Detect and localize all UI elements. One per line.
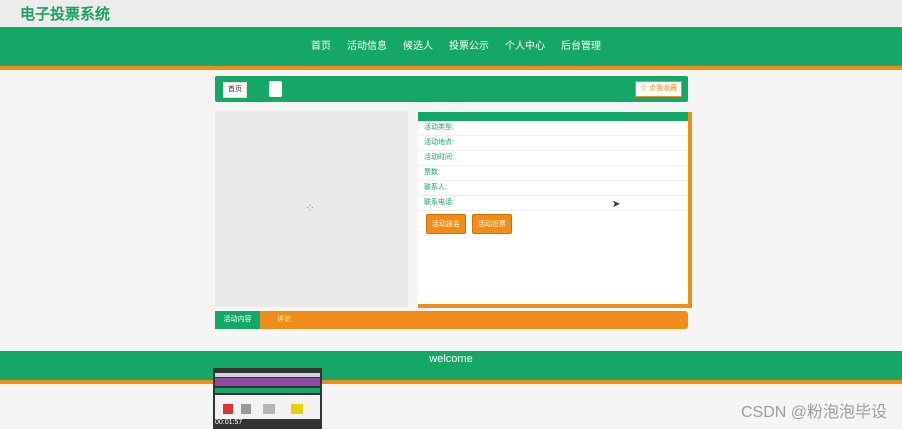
- detail-activity-location: 活动地点:: [418, 136, 688, 151]
- thumb-item: [241, 404, 251, 414]
- activity-vote-button[interactable]: 活动投票: [472, 214, 512, 234]
- thumb-header: [215, 373, 320, 377]
- mouse-cursor-icon: ➤: [612, 199, 621, 210]
- activity-image: ⁘: [215, 111, 408, 307]
- detail-votes: 票数:: [418, 166, 688, 181]
- thumb-timestamp: 00:01:57: [215, 419, 243, 426]
- thumb-nav: [215, 388, 320, 393]
- thumb-item: [263, 404, 275, 414]
- main-navbar: 首页 活动信息 候选人 投票公示 个人中心 后台管理: [0, 27, 902, 70]
- breadcrumb-bar: 首页 ☆ 点我收藏: [215, 76, 688, 102]
- breadcrumb-home-button[interactable]: 首页: [223, 82, 247, 98]
- detail-activity-time: 活动时间:: [418, 151, 688, 166]
- video-thumbnail[interactable]: 00:01:57: [213, 368, 322, 429]
- nav-vote-publicity[interactable]: 投票公示: [449, 37, 489, 52]
- nav-home[interactable]: 首页: [311, 37, 331, 52]
- detail-contact-person: 联系人:: [418, 181, 688, 196]
- favorite-button[interactable]: ☆ 点我收藏: [635, 81, 682, 97]
- welcome-text: welcome: [429, 353, 473, 365]
- thumb-banner: [215, 378, 320, 386]
- details-buttons: 活动报名 活动投票: [418, 211, 688, 237]
- details-header: [418, 112, 688, 121]
- nav-menu: 首页 活动信息 候选人 投票公示 个人中心 后台管理: [311, 37, 617, 52]
- activity-signup-button[interactable]: 活动报名: [426, 214, 466, 234]
- nav-candidates[interactable]: 候选人: [403, 37, 433, 52]
- nav-personal-center[interactable]: 个人中心: [505, 37, 545, 52]
- watermark: CSDN @粉泡泡毕设: [740, 404, 887, 421]
- breadcrumb-blank-button[interactable]: [269, 81, 282, 97]
- detail-contact-phone: 联系电话:: [418, 196, 688, 211]
- footer: welcome: [0, 351, 902, 384]
- activity-details-panel: 活动类型: 活动地点: 活动时间: 票数: 联系人: 联系电话: 活动报名 活动…: [418, 112, 692, 308]
- loading-spinner-icon: ⁘: [305, 201, 316, 215]
- site-title: 电子投票系统: [20, 6, 111, 23]
- nav-activity-info[interactable]: 活动信息: [347, 37, 387, 52]
- thumb-item: [223, 404, 233, 414]
- tab-activity-content[interactable]: 活动内容: [215, 311, 260, 329]
- nav-admin[interactable]: 后台管理: [561, 37, 601, 52]
- tab-comments[interactable]: 评论: [277, 311, 291, 329]
- detail-activity-type: 活动类型:: [418, 121, 688, 136]
- content-tabs: 活动内容 评论: [215, 311, 688, 329]
- top-bar: 电子投票系统: [0, 0, 902, 27]
- thumb-item: [291, 404, 303, 414]
